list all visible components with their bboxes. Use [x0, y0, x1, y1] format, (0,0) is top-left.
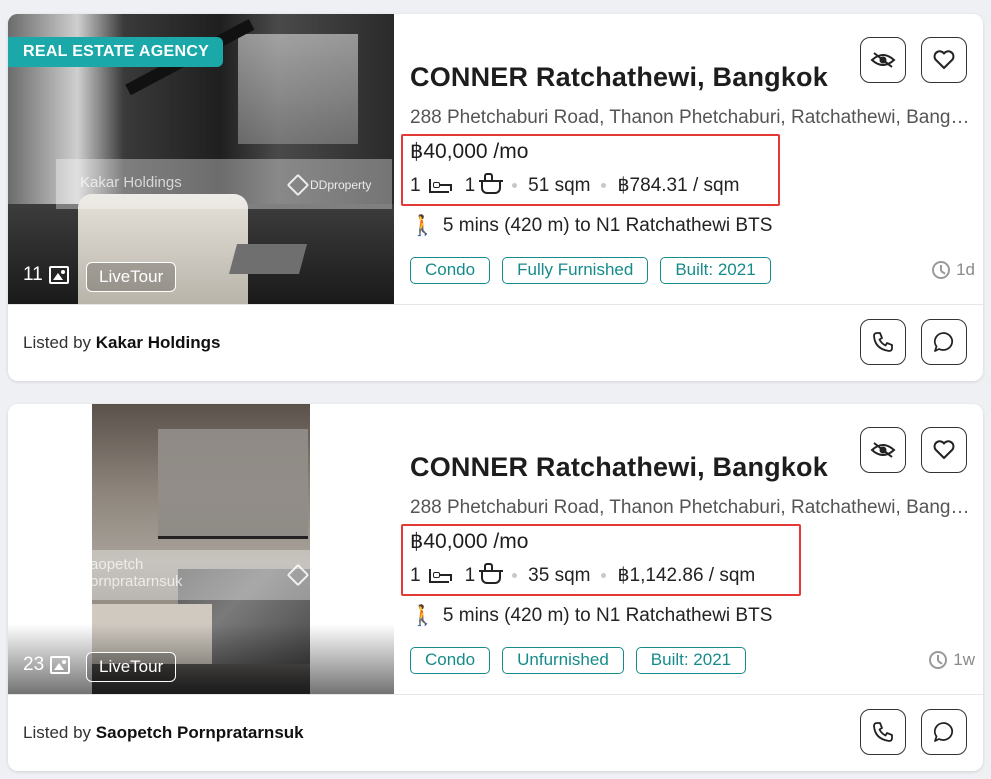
- tag-built-year: Built: 2021: [635, 647, 747, 674]
- listed-by-prefix: Listed by: [23, 723, 92, 742]
- photo-count[interactable]: 23: [23, 654, 71, 676]
- listing-card[interactable]: Kakar Holdings DDproperty REAL ESTATE AG…: [8, 14, 983, 381]
- phone-icon: [873, 332, 893, 352]
- tag-property-type: Condo: [410, 257, 491, 284]
- transit-info: 🚶 5 mins (420 m) to N1 Ratchathewi BTS: [410, 605, 772, 627]
- listing-title[interactable]: CONNER Ratchathewi, Bangkok: [410, 62, 828, 93]
- listing-price: ฿40,000 /mo: [410, 140, 529, 163]
- call-button[interactable]: [860, 319, 906, 365]
- tag-furnishing: Fully Furnished: [502, 257, 649, 284]
- beds-count: 1: [410, 564, 421, 586]
- listing-age: 1d: [932, 260, 975, 280]
- baths-spec: 1: [449, 172, 504, 197]
- tag-property-type: Condo: [410, 647, 491, 674]
- price-per-sqm: ฿784.31 / sqm: [617, 175, 740, 196]
- baths-count: 1: [464, 174, 476, 196]
- listed-by: Listed by Kakar Holdings: [23, 333, 220, 353]
- baths-count: 1: [464, 564, 476, 586]
- chat-button[interactable]: [921, 319, 967, 365]
- transit-info: 🚶 5 mins (420 m) to N1 Ratchathewi BTS: [410, 215, 772, 237]
- listed-by-prefix: Listed by: [23, 333, 92, 352]
- photo-window: [238, 34, 358, 144]
- photo-glass-railing: [158, 429, 308, 539]
- watermark-agent: Kakar Holdings: [80, 174, 182, 191]
- bed-icon: [428, 178, 452, 193]
- agent-name[interactable]: Kakar Holdings: [96, 333, 221, 352]
- watermark-brand: DDproperty: [286, 563, 371, 587]
- chat-bubble-icon: [933, 722, 953, 742]
- eye-slash-icon: [870, 52, 896, 68]
- clock-icon: [929, 651, 948, 669]
- beds-spec: 1: [410, 174, 452, 197]
- favorite-button[interactable]: [921, 427, 967, 473]
- clock-icon: [932, 261, 951, 279]
- ddproperty-logo-icon: [286, 563, 310, 587]
- listed-by: Listed by Saopetch Pornpratarnsuk: [23, 723, 304, 743]
- listing-title[interactable]: CONNER Ratchathewi, Bangkok: [410, 452, 828, 483]
- separator-dot: [601, 183, 607, 188]
- bed-icon: [428, 568, 452, 583]
- listing-photo[interactable]: Saopetch Pornpratarnsuk DDproperty 23 Li…: [8, 404, 394, 694]
- listing-specs: 1 1 35 sqm ฿1,142.86 / sqm: [410, 562, 756, 587]
- listing-address: 288 Phetchaburi Road, Thanon Phetchaburi…: [410, 107, 970, 128]
- agent-name[interactable]: Saopetch Pornpratarnsuk: [96, 723, 304, 742]
- phone-icon: [873, 722, 893, 742]
- transit-text: 5 mins (420 m) to N1 Ratchathewi BTS: [442, 215, 773, 236]
- baths-spec: 1: [449, 562, 504, 587]
- separator-dot: [601, 573, 607, 578]
- watermark-brand: DDproperty: [286, 173, 371, 197]
- age-text: 1d: [956, 260, 975, 279]
- listing-footer: Listed by Kakar Holdings: [8, 304, 983, 381]
- separator-dot: [512, 573, 518, 578]
- heart-icon: [933, 440, 955, 459]
- chat-button[interactable]: [921, 709, 967, 755]
- listing-photo[interactable]: Kakar Holdings DDproperty REAL ESTATE AG…: [8, 14, 394, 304]
- listing-footer: Listed by Saopetch Pornpratarnsuk: [8, 694, 983, 771]
- photo-count[interactable]: 11: [23, 264, 69, 286]
- age-text: 1w: [953, 650, 975, 669]
- transit-text: 5 mins (420 m) to N1 Ratchathewi BTS: [442, 605, 773, 626]
- photo-table: [228, 244, 308, 274]
- call-button[interactable]: [860, 709, 906, 755]
- photo-count-value: 23: [23, 654, 45, 675]
- beds-count: 1: [410, 174, 421, 196]
- price-per-sqm: ฿1,142.86 / sqm: [617, 565, 756, 586]
- photo-count-value: 11: [23, 264, 43, 285]
- listing-age: 1w: [929, 650, 975, 670]
- hide-listing-button[interactable]: [860, 37, 906, 83]
- bath-icon: [479, 562, 504, 584]
- walking-person-icon: 🚶: [410, 215, 435, 237]
- eye-slash-icon: [870, 442, 896, 458]
- tag-list: Condo Unfurnished Built: 2021: [410, 647, 747, 674]
- tag-built-year: Built: 2021: [660, 257, 771, 284]
- tag-list: Condo Fully Furnished Built: 2021: [410, 257, 771, 284]
- favorite-button[interactable]: [921, 37, 967, 83]
- tag-furnishing: Unfurnished: [502, 647, 624, 674]
- heart-icon: [933, 50, 955, 69]
- ddproperty-logo-icon: [286, 173, 310, 197]
- beds-spec: 1: [410, 564, 452, 587]
- image-icon: [48, 266, 69, 284]
- walking-person-icon: 🚶: [410, 605, 435, 627]
- livetour-button[interactable]: LiveTour: [86, 652, 177, 682]
- hide-listing-button[interactable]: [860, 427, 906, 473]
- area-spec: 51 sqm: [528, 174, 591, 196]
- listing-card[interactable]: Saopetch Pornpratarnsuk DDproperty 23 Li…: [8, 404, 983, 771]
- listing-specs: 1 1 51 sqm ฿784.31 / sqm: [410, 172, 740, 197]
- image-icon: [50, 656, 71, 674]
- listing-address: 288 Phetchaburi Road, Thanon Phetchaburi…: [410, 497, 970, 518]
- agency-badge: REAL ESTATE AGENCY: [8, 37, 224, 67]
- livetour-button[interactable]: LiveTour: [86, 262, 177, 292]
- bath-icon: [479, 172, 504, 194]
- separator-dot: [512, 183, 518, 188]
- chat-bubble-icon: [933, 332, 953, 352]
- listing-price: ฿40,000 /mo: [410, 530, 529, 553]
- watermark-agent: Saopetch Pornpratarnsuk: [80, 556, 183, 590]
- area-spec: 35 sqm: [528, 564, 591, 586]
